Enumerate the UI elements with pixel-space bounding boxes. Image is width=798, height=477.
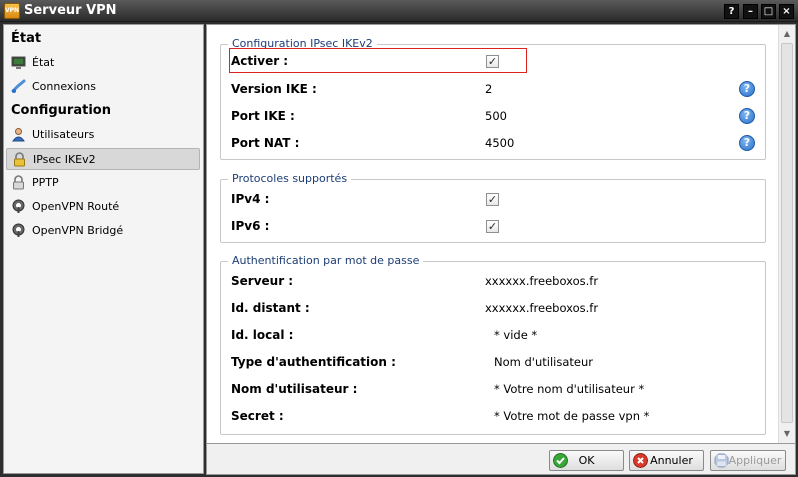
scroll-down-icon[interactable]: ▼ [782, 429, 792, 439]
minimize-button[interactable]: – [743, 4, 758, 19]
help-icon[interactable]: ? [739, 108, 755, 124]
cancel-button[interactable]: Annuler [629, 450, 704, 471]
monitor-icon [11, 56, 26, 69]
scroll-up-icon[interactable]: ▲ [782, 29, 792, 39]
apply-button[interactable]: Appliquer [710, 450, 786, 471]
activer-row: Activer : ✓ [231, 51, 761, 71]
dialog-footer: OK Annuler Appliquer [206, 444, 796, 475]
help-icon[interactable]: ? [739, 135, 755, 151]
ipv4-row: IPv4 : ✓ [231, 189, 761, 209]
sidebar-item-pptp[interactable]: PPTP [6, 172, 200, 194]
ipv6-label: IPv6 : [231, 219, 270, 233]
scroll-thumb[interactable] [781, 43, 793, 423]
port-ike-label: Port IKE : [231, 109, 295, 123]
ipv4-label: IPv4 : [231, 192, 270, 206]
help-window-button[interactable]: ? [724, 4, 739, 19]
sidebar-item-label: IPsec IKEv2 [33, 153, 96, 166]
sidebar: État État Connexions Configuration Utili… [3, 24, 204, 474]
sidebar-item-utilisateurs[interactable]: Utilisateurs [6, 124, 200, 146]
vpn-server-window: VPN Serveur VPN ? – □ × État État Connex… [0, 0, 798, 477]
secret-label: Secret : [231, 409, 284, 423]
ipv6-row: IPv6 : ✓ [231, 216, 761, 236]
id-local-value[interactable]: * vide * [494, 325, 537, 345]
ipv4-checkbox[interactable]: ✓ [486, 193, 499, 206]
sidebar-item-label: État [32, 56, 55, 69]
port-ike-row: Port IKE : 500 ? [231, 106, 761, 126]
id-distant-label: Id. distant : [231, 301, 310, 315]
vertical-scrollbar[interactable]: ▲ ▼ [778, 25, 795, 443]
ok-button[interactable]: OK [549, 450, 624, 471]
cancel-label: Annuler [650, 454, 693, 467]
port-nat-value[interactable]: 4500 [485, 133, 514, 153]
username-input[interactable]: * Votre nom d'utilisateur * [494, 379, 644, 399]
serveur-value[interactable]: xxxxxx.freeboxos.fr [485, 271, 598, 291]
activer-label: Activer : [231, 54, 289, 68]
version-ike-value[interactable]: 2 [485, 79, 492, 99]
auth-type-label: Type d'authentification : [231, 355, 396, 369]
version-ike-label: Version IKE : [231, 82, 317, 96]
sidebar-item-label: Utilisateurs [32, 128, 95, 141]
sidebar-item-label: OpenVPN Bridgé [32, 224, 124, 237]
auth-type-select[interactable]: Nom d'utilisateur [494, 352, 593, 372]
openvpn-icon [12, 223, 25, 237]
sidebar-item-label: PPTP [32, 176, 59, 189]
id-distant-row: Id. distant : xxxxxx.freeboxos.fr [231, 298, 761, 318]
sidebar-item-label: OpenVPN Routé [32, 200, 120, 213]
lock-icon [13, 175, 24, 190]
connection-icon [11, 79, 26, 93]
id-distant-value[interactable]: xxxxxx.freeboxos.fr [485, 298, 598, 318]
sidebar-item-ipsec-ikev2[interactable]: IPsec IKEv2 [6, 148, 200, 170]
sidebar-item-openvpn-route[interactable]: OpenVPN Routé [6, 196, 200, 218]
protocols-group: Protocoles supportés IPv4 : ✓ IPv6 : ✓ [220, 172, 766, 243]
title-bar[interactable]: VPN Serveur VPN ? – □ × [0, 0, 798, 22]
activer-checkbox[interactable]: ✓ [486, 55, 499, 68]
sidebar-section-configuration: Configuration [11, 103, 111, 118]
settings-panel: Configuration IPsec IKEv2 Activer : ✓ Ve… [206, 24, 796, 444]
password-auth-group: Authentification par mot de passe Serveu… [220, 254, 766, 435]
sidebar-item-label: Connexions [32, 80, 96, 93]
id-local-row: Id. local : * vide * [231, 325, 761, 345]
sidebar-item-openvpn-bridge[interactable]: OpenVPN Bridgé [6, 220, 200, 242]
ipv6-checkbox[interactable]: ✓ [486, 220, 499, 233]
vpn-app-icon: VPN [4, 3, 20, 19]
protocols-legend: Protocoles supportés [228, 172, 352, 185]
id-local-label: Id. local : [231, 328, 294, 342]
version-ike-row: Version IKE : 2 ? [231, 79, 761, 99]
auth-type-row: Type d'authentification : Nom d'utilisat… [231, 352, 761, 372]
port-nat-row: Port NAT : 4500 ? [231, 133, 761, 153]
window-title: Serveur VPN [24, 3, 117, 18]
ipsec-config-group: Configuration IPsec IKEv2 Activer : ✓ Ve… [220, 37, 766, 160]
sidebar-item-connexions[interactable]: Connexions [6, 76, 200, 98]
maximize-button[interactable]: □ [761, 4, 776, 19]
port-ike-value[interactable]: 500 [485, 106, 507, 126]
sidebar-section-state: État [11, 31, 42, 46]
secret-row: Secret : * Votre mot de passe vpn * [231, 406, 761, 426]
username-row: Nom d'utilisateur : * Votre nom d'utilis… [231, 379, 761, 399]
sidebar-item-etat[interactable]: État [6, 52, 200, 74]
apply-label: Appliquer [728, 454, 782, 467]
user-icon [12, 128, 25, 142]
close-button[interactable]: × [779, 4, 794, 19]
openvpn-icon [12, 199, 25, 213]
password-auth-legend: Authentification par mot de passe [228, 254, 424, 267]
username-label: Nom d'utilisateur : [231, 382, 358, 396]
lock-icon [14, 152, 25, 167]
port-nat-label: Port NAT : [231, 136, 300, 150]
serveur-label: Serveur : [231, 274, 294, 288]
help-icon[interactable]: ? [739, 81, 755, 97]
ok-label: OK [578, 454, 595, 467]
serveur-row: Serveur : xxxxxx.freeboxos.fr [231, 271, 761, 291]
secret-input[interactable]: * Votre mot de passe vpn * [494, 406, 649, 426]
